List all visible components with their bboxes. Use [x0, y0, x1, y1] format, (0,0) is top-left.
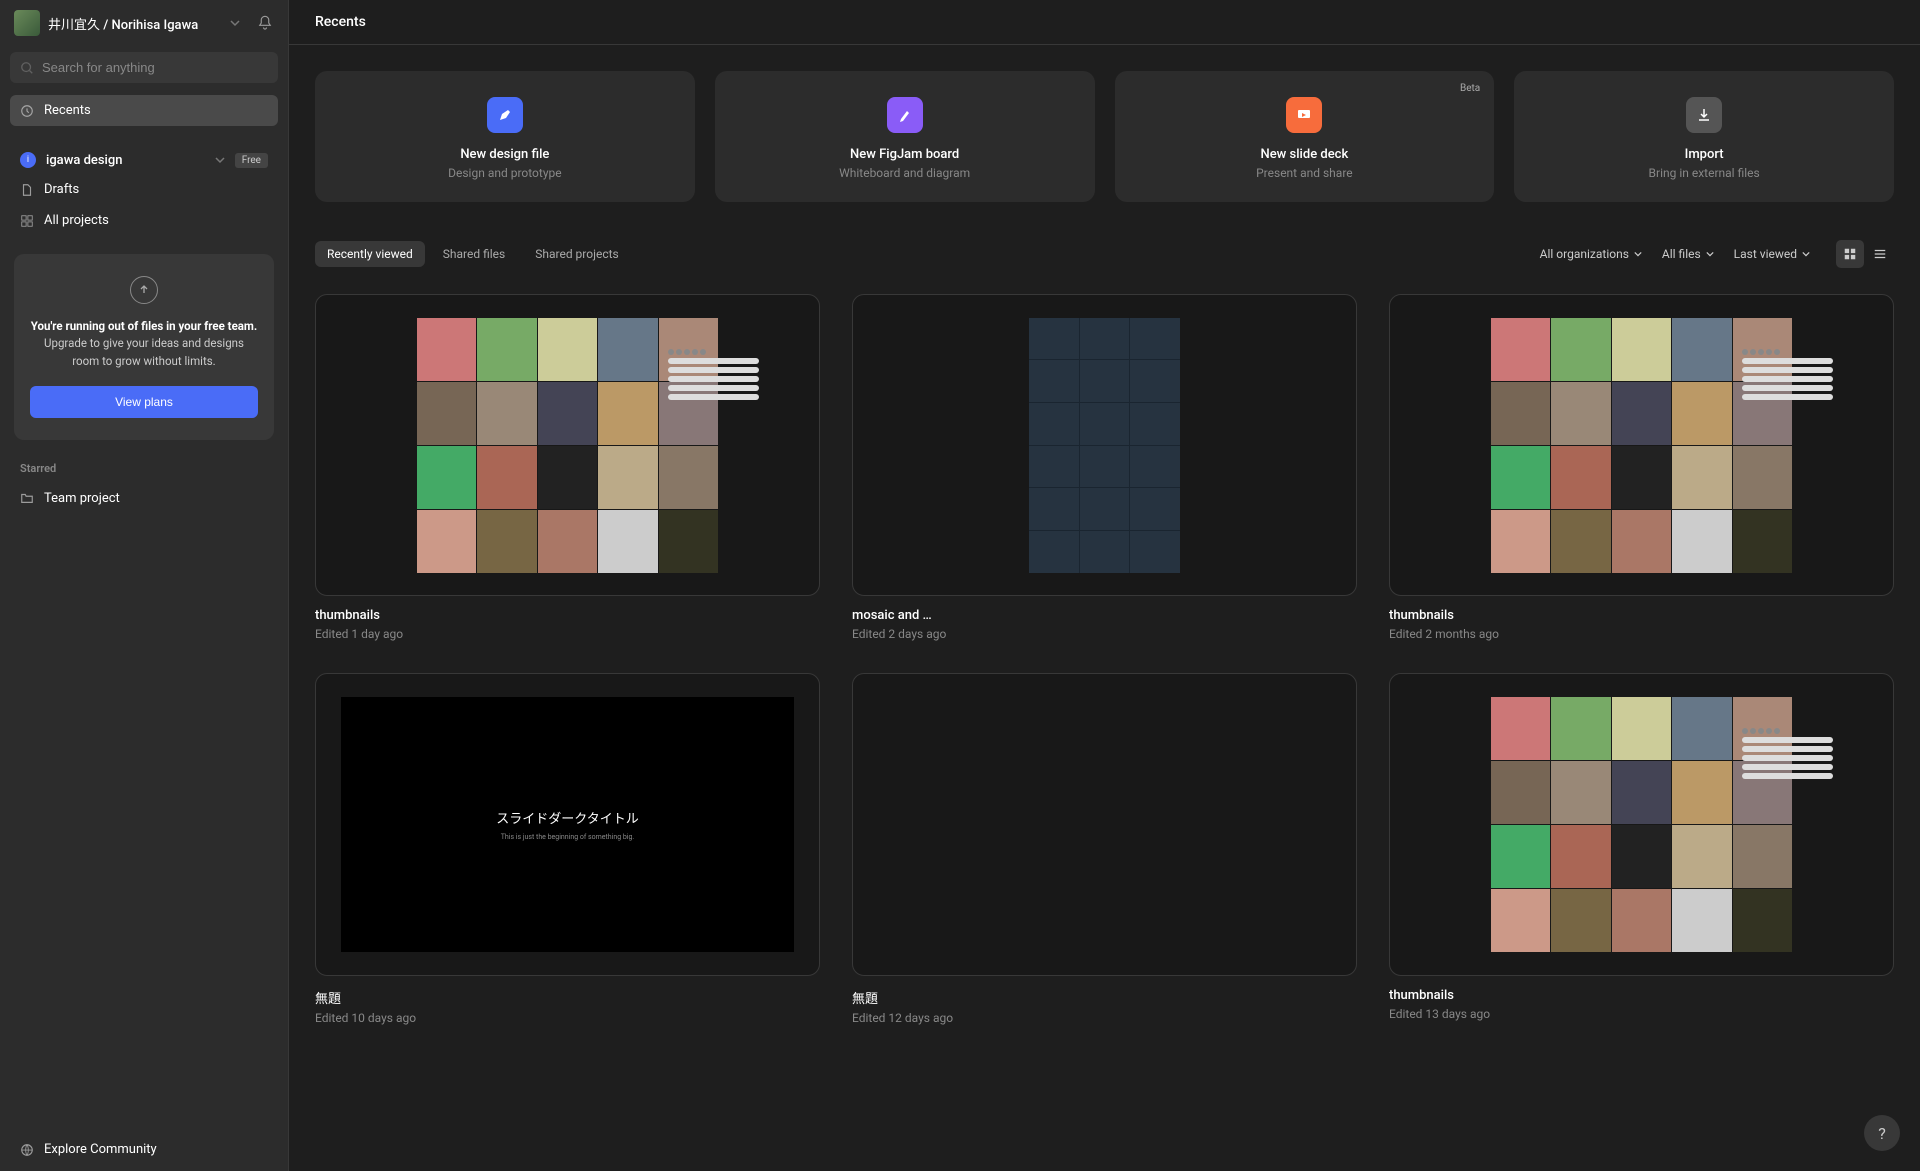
import-icon [1686, 97, 1722, 133]
user-name: 井川宜久 / Norihisa Igawa [48, 14, 222, 33]
file-meta: Edited 2 months ago [1389, 627, 1894, 641]
create-row: New design file Design and prototype New… [315, 71, 1894, 202]
filter-organizations[interactable]: All organizations [1534, 243, 1648, 265]
search-icon [20, 61, 34, 75]
filter-row: Recently viewed Shared files Shared proj… [315, 240, 1894, 268]
sidebar: 井川宜久 / Norihisa Igawa Recents i igawa de… [0, 0, 289, 1171]
file-thumbnail [1389, 294, 1894, 596]
page-title: Recents [289, 0, 1920, 45]
file-meta: Edited 13 days ago [1389, 1007, 1894, 1021]
chevron-down-icon [1634, 250, 1642, 258]
file-thumbnail [315, 294, 820, 596]
file-icon [20, 183, 34, 197]
search-input[interactable] [42, 60, 268, 75]
create-sub: Bring in external files [1530, 166, 1878, 180]
file-card[interactable]: thumbnails Edited 2 months ago [1389, 294, 1894, 641]
starred-item-label: Team project [44, 491, 120, 506]
globe-icon [20, 1143, 34, 1157]
create-title: New slide deck [1131, 147, 1479, 162]
upload-icon [130, 276, 158, 304]
file-card[interactable]: mosaic and … Edited 2 days ago [852, 294, 1357, 641]
tab-recently-viewed[interactable]: Recently viewed [315, 241, 425, 267]
presentation-icon [1286, 97, 1322, 133]
file-title: mosaic and … [852, 608, 1357, 623]
file-card[interactable]: 無題 Edited 12 days ago [852, 673, 1357, 1024]
upgrade-text: You're running out of files in your free… [30, 318, 258, 370]
marker-icon [887, 97, 923, 133]
beta-badge: Beta [1460, 83, 1480, 94]
file-card[interactable]: thumbnails Edited 1 day ago [315, 294, 820, 641]
avatar [14, 10, 40, 36]
view-plans-button[interactable]: View plans [30, 386, 258, 418]
pen-icon [487, 97, 523, 133]
file-thumbnail [852, 294, 1357, 596]
file-thumbnail [852, 673, 1357, 975]
chevron-down-icon [1802, 250, 1810, 258]
file-meta: Edited 2 days ago [852, 627, 1357, 641]
file-grid: thumbnails Edited 1 day ago mosaic and … Ed… [315, 294, 1894, 1025]
new-figjam-board[interactable]: New FigJam board Whiteboard and diagram [715, 71, 1095, 202]
nav-label: All projects [44, 213, 109, 228]
starred-item[interactable]: Team project [20, 483, 268, 514]
nav-label: Drafts [44, 182, 79, 197]
tab-shared-files[interactable]: Shared files [431, 241, 517, 267]
file-meta: Edited 1 day ago [315, 627, 820, 641]
list-icon [1873, 247, 1887, 261]
nav-recents[interactable]: Recents [10, 95, 278, 126]
help-button[interactable]: ? [1864, 1115, 1900, 1151]
file-thumbnail [1389, 673, 1894, 975]
search-box[interactable] [10, 52, 278, 83]
create-sub: Design and prototype [331, 166, 679, 180]
team-selector[interactable]: i igawa design Free [10, 146, 278, 174]
file-title: thumbnails [315, 608, 820, 623]
starred-heading: Starred [20, 462, 268, 475]
team-avatar: i [20, 152, 36, 168]
grid-icon [20, 214, 34, 228]
file-title: thumbnails [1389, 608, 1894, 623]
create-sub: Whiteboard and diagram [731, 166, 1079, 180]
team-name: igawa design [46, 153, 205, 168]
file-meta: Edited 12 days ago [852, 1011, 1357, 1025]
new-design-file[interactable]: New design file Design and prototype [315, 71, 695, 202]
nav-all-projects[interactable]: All projects [10, 205, 278, 236]
view-list-button[interactable] [1866, 240, 1894, 268]
explore-label: Explore Community [44, 1142, 157, 1157]
create-sub: Present and share [1131, 166, 1479, 180]
filter-sort[interactable]: Last viewed [1728, 243, 1816, 265]
file-title: thumbnails [1389, 988, 1894, 1003]
upgrade-card: You're running out of files in your free… [14, 254, 274, 440]
file-title: 無題 [852, 988, 1357, 1007]
nav-label: Recents [44, 103, 91, 118]
folder-icon [20, 491, 34, 505]
explore-community[interactable]: Explore Community [0, 1128, 288, 1171]
file-meta: Edited 10 days ago [315, 1011, 820, 1025]
main-content: Recents New design file Design and proto… [289, 0, 1920, 1171]
new-slide-deck[interactable]: Beta New slide deck Present and share [1115, 71, 1495, 202]
grid-icon [1843, 247, 1857, 261]
view-grid-button[interactable] [1836, 240, 1864, 268]
file-thumbnail: スライドダークタイトルThis is just the beginning of… [315, 673, 820, 975]
create-title: New FigJam board [731, 147, 1079, 162]
create-title: Import [1530, 147, 1878, 162]
file-card[interactable]: スライドダークタイトルThis is just the beginning of… [315, 673, 820, 1024]
plan-badge: Free [235, 153, 268, 168]
user-menu[interactable]: 井川宜久 / Norihisa Igawa [0, 0, 288, 46]
file-card[interactable]: thumbnails Edited 13 days ago [1389, 673, 1894, 1024]
file-title: 無題 [315, 988, 820, 1007]
chevron-down-icon [215, 155, 225, 165]
clock-icon [20, 104, 34, 118]
filter-files[interactable]: All files [1656, 243, 1720, 265]
chevron-down-icon [1706, 250, 1714, 258]
nav-drafts[interactable]: Drafts [10, 174, 278, 205]
tab-shared-projects[interactable]: Shared projects [523, 241, 631, 267]
import-file[interactable]: Import Bring in external files [1514, 71, 1894, 202]
chevron-down-icon [230, 18, 240, 28]
bell-icon[interactable] [256, 14, 274, 32]
create-title: New design file [331, 147, 679, 162]
